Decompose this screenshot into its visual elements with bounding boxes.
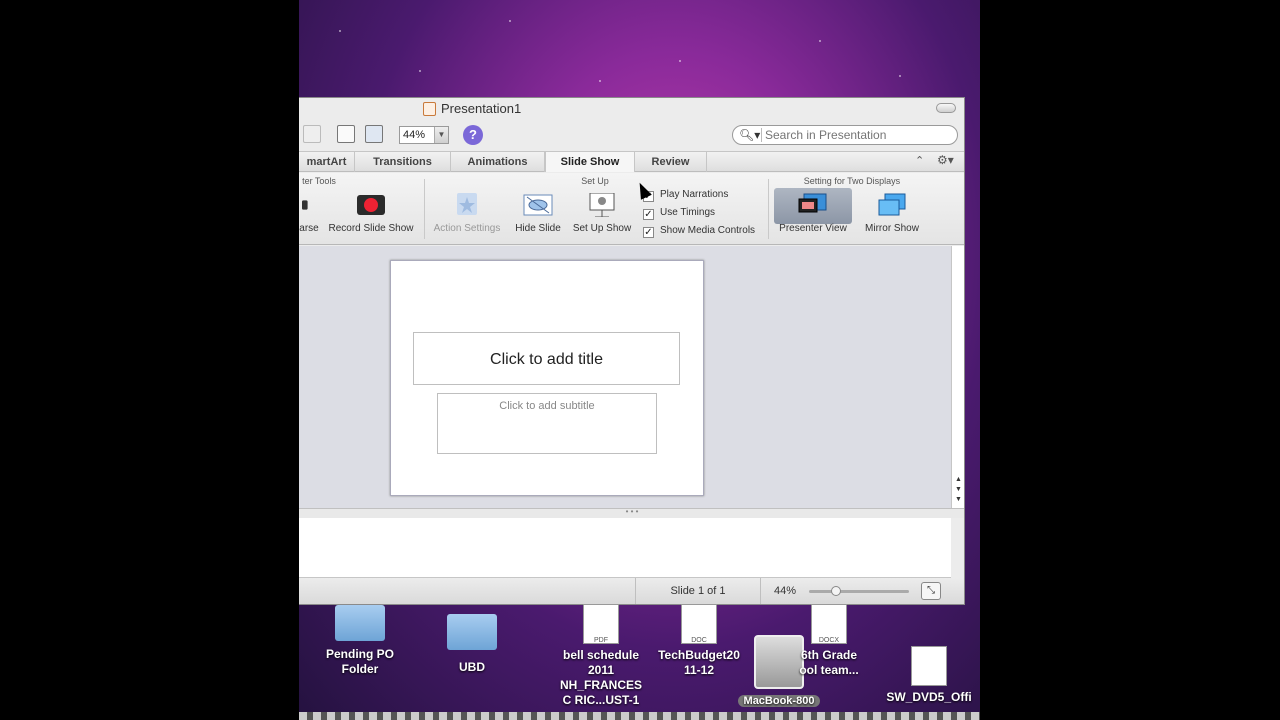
action-settings-label: Action Settings xyxy=(433,223,501,234)
dock[interactable] xyxy=(299,712,980,720)
use-timings-label: Use Timings xyxy=(660,207,716,218)
document-icon xyxy=(423,102,436,116)
desktop-icon-ubd[interactable]: UBD xyxy=(439,614,505,675)
desktop: Presentation1 ▼ ? 🔍︎▾ martArt Transition… xyxy=(299,0,980,720)
mirror-show-button[interactable]: Mirror Show xyxy=(855,193,929,234)
set-up-show-icon xyxy=(589,193,615,217)
status-bar: Slide 1 of 1 44% ⤡ xyxy=(299,578,964,604)
fit-to-window-icon[interactable]: ⤡ xyxy=(921,582,941,600)
desktop-icon-sw-dvd5[interactable]: SW_DVD5_Offi xyxy=(881,646,977,705)
slide[interactable]: Click to add title Click to add subtitle xyxy=(390,260,704,496)
record-slide-show-button[interactable]: Record Slide Show xyxy=(326,193,416,234)
title-bar[interactable]: Presentation1 xyxy=(299,98,964,120)
group-title-two-displays: Setting for Two Displays xyxy=(803,176,901,186)
tab-smartart[interactable]: martArt xyxy=(299,152,355,172)
play-narrations-checkbox[interactable]: ✓ Play Narrations xyxy=(643,189,728,202)
scroll-down-icon[interactable]: ▼ xyxy=(955,486,962,493)
play-narrations-label: Play Narrations xyxy=(660,189,729,200)
presenter-view-label: Presenter View xyxy=(779,223,847,234)
desktop-icon-bell-schedule[interactable]: PDF bell schedule 2011 NH_FRANCES C RIC.… xyxy=(551,604,651,708)
icon-label: SW_DVD5_Offi xyxy=(886,690,972,704)
scroll-up-icon[interactable]: ▲ xyxy=(955,476,962,483)
record-icon xyxy=(357,195,385,215)
print-icon[interactable] xyxy=(365,125,383,143)
set-up-show-button[interactable]: Set Up Show xyxy=(569,193,635,234)
icon-label: MacBook-800 xyxy=(737,695,821,707)
slide-sorter-icon[interactable] xyxy=(337,125,355,143)
slide-count: Slide 1 of 1 xyxy=(635,578,761,604)
window-title: Presentation1 xyxy=(441,101,522,116)
notes-splitter[interactable]: • • • xyxy=(299,508,964,518)
action-settings-button[interactable]: Action Settings xyxy=(429,193,505,234)
icon-label: 6th Grade ool team... xyxy=(799,648,859,677)
rehearse-icon xyxy=(302,200,308,210)
toolbar-toggle-button[interactable] xyxy=(936,103,956,113)
search-box[interactable]: 🔍︎▾ xyxy=(732,125,958,145)
slide-show-ribbon: ter Tools Set Up Setting for Two Display… xyxy=(299,173,964,245)
zoom-slider-knob[interactable] xyxy=(831,586,841,596)
rehearse-label: arse xyxy=(299,223,319,234)
redo-icon[interactable] xyxy=(303,125,321,143)
ribbon-tabs: martArt Transitions Animations Slide Sho… xyxy=(299,151,964,172)
group-title-set-up: Set Up xyxy=(581,176,609,186)
hide-slide-icon xyxy=(523,194,553,216)
icon-label: bell schedule 2011 NH_FRANCES C RIC...US… xyxy=(559,648,642,707)
zoom-dropdown-icon[interactable]: ▼ xyxy=(434,127,448,143)
rehearse-button[interactable]: arse xyxy=(299,193,319,234)
folder-icon xyxy=(447,614,497,650)
presenter-view-icon xyxy=(798,193,827,213)
mirror-show-label: Mirror Show xyxy=(865,223,919,234)
pdf-file-icon: PDF xyxy=(583,604,619,644)
tab-transitions[interactable]: Transitions xyxy=(355,152,451,172)
group-divider xyxy=(424,179,425,239)
slide-canvas: Click to add title Click to add subtitle xyxy=(299,246,951,508)
ribbon-settings-icon[interactable]: ⚙▾ xyxy=(937,153,954,167)
desktop-icon-6th-grade[interactable]: DOCX 6th Grade ool team... xyxy=(779,604,879,678)
search-divider xyxy=(761,128,762,142)
status-zoom: 44% xyxy=(774,585,797,597)
show-media-controls-checkbox[interactable]: ✓ Show Media Controls xyxy=(643,225,755,238)
collapse-ribbon-icon[interactable]: ⌃ xyxy=(915,154,924,167)
show-media-controls-label: Show Media Controls xyxy=(660,225,756,236)
icon-label: TechBudget20 11-12 xyxy=(658,648,740,677)
mirror-show-icon xyxy=(878,193,906,216)
group-title-presenter-tools: ter Tools xyxy=(302,176,336,186)
scroll-down-icon[interactable]: ▼ xyxy=(955,496,962,503)
checkmark-icon[interactable]: ✓ xyxy=(643,227,654,238)
hide-slide-label: Hide Slide xyxy=(515,223,561,234)
tab-animations[interactable]: Animations xyxy=(451,152,545,172)
tab-review[interactable]: Review xyxy=(635,152,707,172)
set-up-show-label: Set Up Show xyxy=(572,223,632,234)
hide-slide-button[interactable]: Hide Slide xyxy=(511,193,565,234)
help-icon[interactable]: ? xyxy=(463,125,483,145)
icon-label: Pending PO Folder xyxy=(325,647,394,676)
desktop-icon-pending-po[interactable]: Pending PO Folder xyxy=(319,605,401,677)
icon-label: UBD xyxy=(459,660,485,674)
action-settings-icon xyxy=(457,193,477,215)
zoom-slider[interactable] xyxy=(809,586,909,596)
powerpoint-window: Presentation1 ▼ ? 🔍︎▾ martArt Transition… xyxy=(299,97,965,605)
use-timings-checkbox[interactable]: ✓ Use Timings xyxy=(643,207,715,220)
title-placeholder[interactable]: Click to add title xyxy=(413,332,680,385)
subtitle-placeholder[interactable]: Click to add subtitle xyxy=(437,393,657,454)
doc-file-icon: DOC xyxy=(681,604,717,644)
standard-toolbar: ▼ ? 🔍︎▾ xyxy=(299,120,964,150)
tab-slide-show[interactable]: Slide Show xyxy=(545,152,635,172)
file-icon xyxy=(911,646,947,686)
magnifier-icon[interactable]: 🔍︎▾ xyxy=(739,128,760,142)
record-label: Record Slide Show xyxy=(328,223,414,234)
checkmark-icon[interactable]: ✓ xyxy=(643,209,654,220)
notes-pane[interactable] xyxy=(299,518,951,578)
docx-file-icon: DOCX xyxy=(811,604,847,644)
vertical-scrollbar[interactable]: ▲ ▼ ▼ xyxy=(951,246,964,508)
presenter-view-button[interactable]: Presenter View xyxy=(774,188,852,234)
search-input[interactable] xyxy=(765,128,945,142)
folder-icon xyxy=(335,605,385,641)
group-divider xyxy=(768,179,769,239)
